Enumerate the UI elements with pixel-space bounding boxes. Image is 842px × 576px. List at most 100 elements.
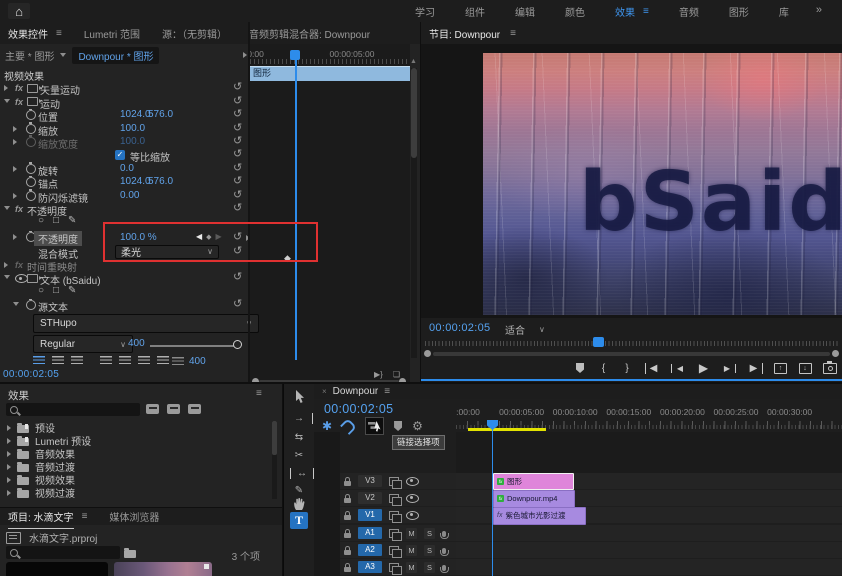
font-size-slider-track[interactable] xyxy=(150,345,238,347)
solo-button[interactable]: S xyxy=(424,528,435,539)
pen-tool[interactable]: ✎ xyxy=(284,485,314,496)
scrollbar-left-handle[interactable] xyxy=(252,378,259,382)
tab-source-monitor[interactable]: 源：（无剪辑） xyxy=(162,26,227,41)
panel-menu-icon[interactable]: ≡ xyxy=(82,511,88,522)
row-scale[interactable]: 缩放 100.0 ↺ xyxy=(0,122,248,135)
track-name-button[interactable]: A1 xyxy=(358,527,382,539)
tab-sequence[interactable]: Downpour xyxy=(333,386,379,397)
home-icon[interactable]: ⌂ xyxy=(8,3,30,19)
voiceover-mic-icon[interactable] xyxy=(442,531,446,537)
sync-lock-icon[interactable] xyxy=(389,494,399,503)
pen-mask-icon[interactable]: ✎ xyxy=(68,215,76,226)
workspace-tab-effects[interactable]: 效果 xyxy=(615,4,635,19)
nest-toggle-icon[interactable]: ✱ xyxy=(322,419,332,433)
track-v2-content[interactable]: fx Downpour.mp4 xyxy=(456,490,842,506)
workspace-overflow-icon[interactable]: » xyxy=(816,4,822,16)
align-left-icon[interactable] xyxy=(33,356,45,365)
scrollbar-track[interactable] xyxy=(259,380,399,382)
panel-menu-icon[interactable]: ≡ xyxy=(56,28,62,39)
breadcrumb-clip[interactable]: Downpour * 图形 xyxy=(72,47,159,64)
timeline-playhead-line[interactable] xyxy=(492,429,493,576)
extract-button[interactable]: ↓ xyxy=(799,363,812,374)
rect-mask-icon[interactable]: □ xyxy=(53,285,59,296)
clip-transition[interactable]: fx 紫色城市光影过渡 xyxy=(493,507,586,525)
justify-full-icon[interactable] xyxy=(157,356,169,365)
track-v3-header[interactable]: V3 xyxy=(340,473,459,489)
reset-icon[interactable]: ↺ xyxy=(233,136,242,146)
workspace-tab-audio[interactable]: 音频 xyxy=(679,4,699,19)
lock-icon[interactable] xyxy=(344,550,351,555)
new-bin-icon[interactable] xyxy=(124,550,136,558)
track-a2-content[interactable] xyxy=(456,542,842,558)
twirl-icon[interactable] xyxy=(4,99,10,103)
sync-lock-icon[interactable] xyxy=(389,546,399,555)
twirl-icon[interactable] xyxy=(7,490,11,496)
tree-item-video-transitions[interactable]: 视频过渡 xyxy=(0,486,266,499)
project-file-row[interactable]: 水滴文字.prproj xyxy=(6,530,97,545)
twirl-icon[interactable] xyxy=(13,234,17,240)
font-family-dropdown[interactable]: STHupo ∨ xyxy=(33,314,259,333)
row-antiflicker[interactable]: 防闪烁滤镜 0.00 ↺ xyxy=(0,189,248,202)
scroll-up-icon[interactable]: ▲ xyxy=(410,58,417,65)
track-v1-header[interactable]: V1 xyxy=(340,507,459,523)
row-text-group[interactable]: 文本 (bSaidu) ↺ xyxy=(0,271,248,284)
lock-icon[interactable] xyxy=(344,567,351,572)
voiceover-mic-icon[interactable] xyxy=(442,548,446,554)
ec-playhead-handle[interactable] xyxy=(290,50,300,60)
selection-tool[interactable] xyxy=(284,390,314,407)
breadcrumb-master[interactable]: 主要 * 图形 xyxy=(5,48,54,63)
workspace-tab-assembly[interactable]: 组件 xyxy=(465,4,485,19)
track-name-button-targeted[interactable]: V1 xyxy=(358,509,382,521)
value-y[interactable]: 576.0 xyxy=(148,109,173,120)
workspace-menu-icon[interactable]: ≡ xyxy=(643,6,649,17)
mute-button[interactable]: M xyxy=(406,528,417,539)
step-forward-button[interactable]: ▶ xyxy=(721,364,736,373)
lift-button[interactable]: ↑ xyxy=(774,363,787,374)
twirl-icon[interactable] xyxy=(7,451,11,457)
track-output-eye-icon[interactable] xyxy=(406,477,419,486)
value[interactable]: 100.0 xyxy=(120,136,145,147)
play-button[interactable]: ▶ xyxy=(698,361,710,375)
mark-out-button[interactable]: } xyxy=(621,363,633,374)
twirl-icon[interactable] xyxy=(4,275,10,279)
twirl-icon[interactable] xyxy=(7,425,11,431)
add-marker-icon[interactable] xyxy=(394,421,402,431)
twirl-icon[interactable] xyxy=(13,193,17,199)
row-scale-width[interactable]: 缩放宽度 100.0 ↺ xyxy=(0,135,248,148)
track-a2-header[interactable]: A2 M S xyxy=(340,542,459,558)
reset-icon[interactable]: ↺ xyxy=(233,123,242,133)
tracking-value[interactable]: 400 xyxy=(189,356,206,367)
panel-menu-icon[interactable]: ≡ xyxy=(510,28,516,39)
checkbox-checked-icon[interactable]: ✓ xyxy=(115,150,125,160)
reset-icon[interactable]: ↺ xyxy=(233,272,242,282)
project-item-thumbnail[interactable] xyxy=(114,562,212,576)
row-motion[interactable]: fx 运动 ↺ xyxy=(0,95,248,108)
row-vector-motion[interactable]: fx 矢量运动 ↺ xyxy=(0,81,248,94)
scrollbar-track[interactable] xyxy=(433,352,830,356)
twirl-icon[interactable] xyxy=(13,139,17,145)
twirl-icon[interactable] xyxy=(7,477,11,483)
stopwatch-icon[interactable] xyxy=(26,191,36,201)
workspace-tab-edit[interactable]: 编辑 xyxy=(515,4,535,19)
accelerated-effects-icon[interactable] xyxy=(146,404,159,414)
reset-icon[interactable]: ↺ xyxy=(233,190,242,200)
track-name-button[interactable]: A3 xyxy=(358,561,382,573)
effects-scrollbar-thumb[interactable] xyxy=(272,421,277,455)
mark-in-button[interactable]: { xyxy=(598,363,610,374)
twirl-icon[interactable] xyxy=(13,166,17,172)
reset-icon[interactable]: ↺ xyxy=(233,109,242,119)
effect-controls-timeline[interactable]: :00:00 00:00:05:00 图形 ◆ xyxy=(250,44,410,382)
ellipse-mask-icon[interactable]: ○ xyxy=(38,285,44,296)
sync-lock-icon[interactable] xyxy=(389,529,399,538)
panel-menu-icon[interactable]: ≡ xyxy=(256,388,262,399)
align-right-icon[interactable] xyxy=(71,356,83,365)
track-v2-header[interactable]: V2 xyxy=(340,490,459,506)
stopwatch-icon[interactable] xyxy=(26,177,36,187)
project-item-thumbnail[interactable] xyxy=(6,562,108,576)
workspace-tab-color[interactable]: 颜色 xyxy=(565,4,585,19)
step-back-button[interactable]: ◀ xyxy=(671,364,686,373)
fx-icon[interactable]: fx xyxy=(15,83,23,93)
reset-icon[interactable]: ↺ xyxy=(233,149,242,159)
linked-selection-button[interactable] xyxy=(365,417,384,435)
value-x[interactable]: 1024.0 xyxy=(120,109,151,120)
